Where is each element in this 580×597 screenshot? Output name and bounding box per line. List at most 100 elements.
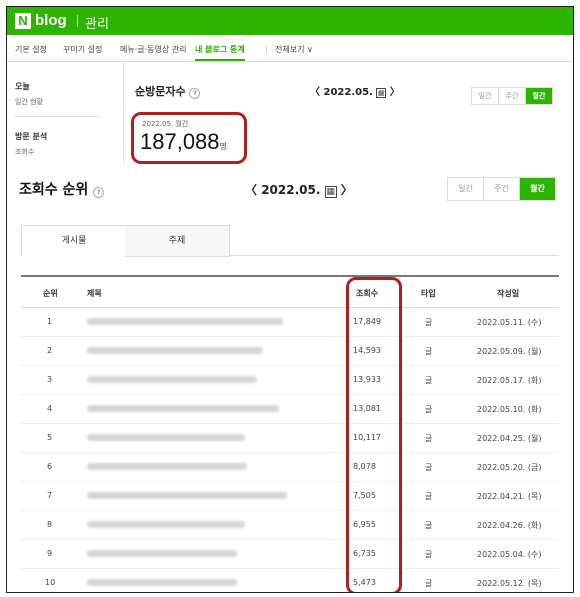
blurred-post-title[interactable] [87, 492, 287, 499]
table-header: 순위 제목 조회수 타입 작성일 [21, 275, 559, 308]
column-header-rank: 순위 [43, 289, 58, 298]
row-type: 글 [425, 550, 433, 559]
ranking-date: 2022.05. [261, 183, 321, 197]
tab-separator: | [265, 44, 268, 53]
row-date: 2022.05.20. (금) [477, 463, 542, 472]
blurred-post-title[interactable] [87, 347, 263, 354]
nav-group-today: 오늘 [15, 82, 30, 91]
admin-title[interactable]: 관리 [85, 13, 109, 32]
row-date: 2022.04.26. (화) [477, 521, 542, 530]
row-rank: 5 [47, 433, 53, 442]
row-date: 2022.05.17. (화) [477, 376, 542, 385]
column-header-type: 타입 [421, 289, 436, 298]
blurred-post-title[interactable] [87, 463, 247, 470]
unique-visitors-label: 순방문자수 [135, 85, 186, 98]
period-daily-button[interactable]: 일간 [448, 178, 484, 200]
table-row[interactable]: 8 6,955 글 2022.04.26. (화) [21, 510, 559, 540]
row-date: 2022.05.11. (수) [477, 318, 542, 327]
views-ranking-title: 조회수 순위 ? [19, 179, 105, 199]
tab-design-settings[interactable]: 꾸미기 설정 [63, 44, 102, 55]
table-row[interactable]: 5 10,117 글 2022.04.25. (월) [21, 423, 559, 453]
blurred-post-title[interactable] [87, 434, 245, 441]
period-weekly-button[interactable]: 주간 [499, 88, 526, 104]
ranking-date-nav: 〈 2022.05. ▦ 〉 [245, 181, 353, 198]
blurred-post-title[interactable] [87, 376, 257, 383]
table-row[interactable]: 1 17,849 글 2022.05.11. (수) [21, 307, 559, 337]
row-rank: 10 [45, 578, 56, 587]
blurred-post-title[interactable] [87, 550, 237, 557]
nav-divider [15, 116, 101, 117]
calendar-icon[interactable]: ▦ [376, 88, 387, 98]
visitors-period-toggle: 일간 주간 월간 [471, 87, 553, 105]
row-type: 글 [425, 347, 433, 356]
table-row[interactable]: 4 13,081 글 2022.05.10. (화) [21, 394, 559, 424]
row-date: 2022.05.04. (수) [477, 550, 542, 559]
row-type: 글 [425, 376, 433, 385]
blurred-post-title[interactable] [87, 521, 245, 528]
visitor-count-unit: 명 [219, 142, 227, 151]
subtab-topics[interactable]: 주제 [125, 225, 230, 257]
table-row[interactable]: 10 5,473 글 2022.05.12. (목) [21, 568, 559, 592]
row-type: 글 [425, 579, 433, 588]
unique-visitors-title: 순방문자수 ? [135, 83, 201, 99]
visitor-count-period: 2022.05. 월간 [142, 120, 189, 128]
row-type: 글 [425, 318, 433, 327]
tab-basic-settings[interactable]: 기본 설정 [15, 44, 47, 55]
visitor-count: 187,088명 [140, 129, 227, 155]
period-weekly-button[interactable]: 주간 [484, 178, 520, 200]
blurred-post-title[interactable] [87, 318, 283, 325]
subtab-posts[interactable]: 게시물 [21, 225, 127, 257]
column-header-title: 제목 [87, 289, 102, 298]
chevron-left-icon[interactable]: 〈 [310, 87, 320, 98]
tab-view-all[interactable]: 전체보기 ∨ [275, 44, 313, 55]
row-rank: 8 [47, 520, 53, 529]
chevron-right-icon[interactable]: 〉 [341, 183, 353, 197]
row-rank: 2 [47, 346, 53, 355]
table-row[interactable]: 6 8,078 글 2022.05.20. (금) [21, 452, 559, 482]
row-date: 2022.05.09. (월) [477, 347, 542, 356]
nav-separator [123, 61, 124, 165]
table-row[interactable]: 9 6,735 글 2022.05.04. (수) [21, 539, 559, 569]
row-type: 글 [425, 405, 433, 414]
row-date: 2022.04.21. (목) [477, 492, 542, 501]
table-row[interactable]: 7 7,505 글 2022.04.21. (목) [21, 481, 559, 511]
chevron-left-icon[interactable]: 〈 [245, 183, 257, 197]
period-monthly-button[interactable]: 월간 [526, 88, 552, 104]
nav-group-visit-analysis: 방문 분석 [15, 132, 48, 141]
views-column-highlight [346, 277, 402, 592]
column-header-date: 작성일 [497, 289, 520, 298]
row-rank: 4 [47, 404, 53, 413]
blurred-post-title[interactable] [87, 579, 237, 586]
row-date: 2022.04.25. (월) [477, 434, 542, 443]
table-row[interactable]: 3 13,933 글 2022.05.17. (화) [21, 365, 559, 395]
help-icon[interactable]: ? [93, 187, 105, 198]
blurred-post-title[interactable] [87, 405, 279, 412]
visitors-date-nav: 〈 2022.05. ▦ 〉 [310, 83, 400, 98]
visitors-date: 2022.05. [323, 87, 373, 98]
calendar-icon[interactable]: ▦ [324, 186, 337, 198]
ranking-subtabs: 게시물 주제 [21, 225, 559, 257]
ranking-period-toggle: 일간 주간 월간 [447, 177, 556, 201]
blog-logo-text[interactable]: blog [35, 12, 67, 29]
row-type: 글 [425, 463, 433, 472]
row-date: 2022.05.10. (화) [477, 405, 542, 414]
help-icon[interactable]: ? [189, 88, 201, 99]
nav-item-views[interactable]: 조회수 [15, 147, 34, 157]
period-monthly-button[interactable]: 월간 [520, 178, 555, 200]
tab-content-management[interactable]: 메뉴·글·동영상 관리 [120, 44, 187, 55]
views-ranking-label: 조회수 순위 [19, 182, 89, 198]
row-rank: 3 [47, 375, 53, 384]
row-rank: 6 [47, 462, 53, 471]
naver-n-logo[interactable]: N [15, 13, 31, 29]
period-daily-button[interactable]: 일간 [472, 88, 499, 104]
row-type: 글 [425, 521, 433, 530]
row-type: 글 [425, 434, 433, 443]
row-rank: 7 [47, 491, 53, 500]
tab-blog-stats[interactable]: 내 블로그 통계 [195, 44, 245, 55]
row-rank: 1 [47, 317, 53, 326]
chevron-right-icon[interactable]: 〉 [390, 87, 400, 98]
row-date: 2022.05.12. (목) [477, 579, 542, 588]
table-row[interactable]: 2 14,593 글 2022.05.09. (월) [21, 336, 559, 366]
nav-item-daily-status[interactable]: 일간 현황 [15, 97, 43, 107]
main-tabs: 기본 설정 꾸미기 설정 메뉴·글·동영상 관리 내 블로그 통계 | 전체보기… [7, 35, 573, 62]
